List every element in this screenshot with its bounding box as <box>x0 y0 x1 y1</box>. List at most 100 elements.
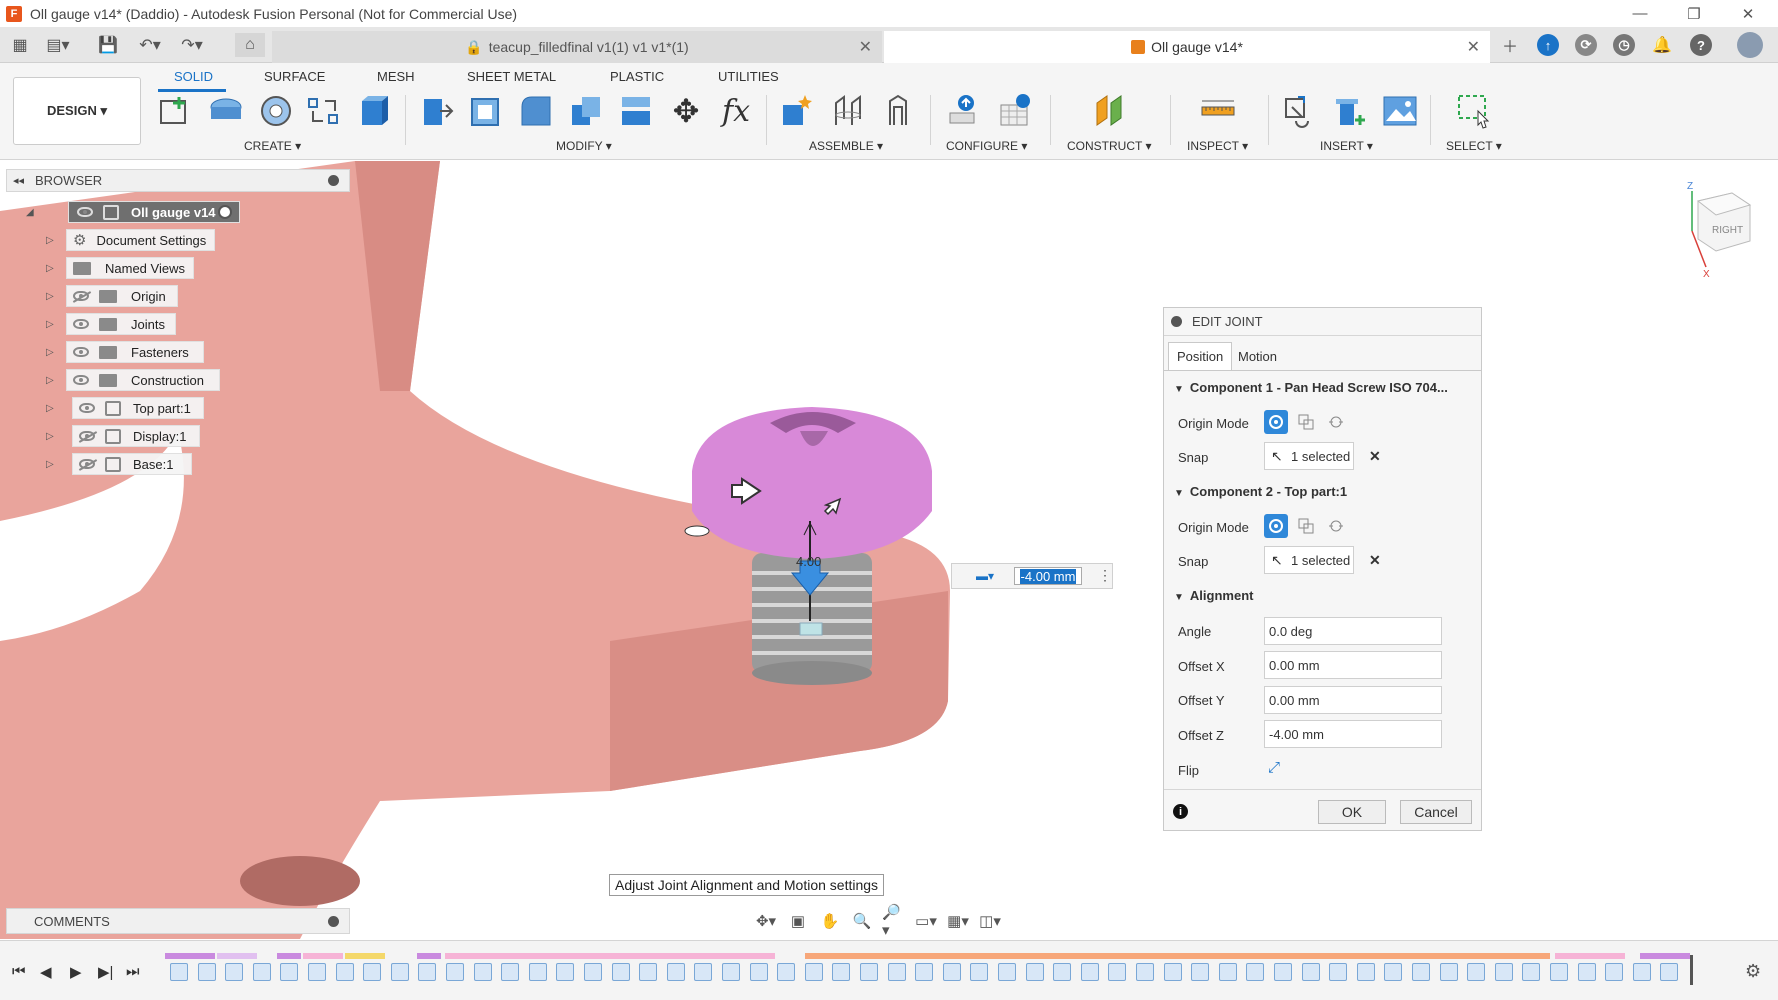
origin-mode-two-faces-icon[interactable] <box>1324 410 1348 434</box>
origin-mode-simple-icon[interactable] <box>1264 410 1288 434</box>
tab-plastic[interactable]: PLASTIC <box>610 69 664 84</box>
ok-button[interactable]: OK <box>1318 800 1386 824</box>
pan-hand-icon[interactable]: ✋ <box>818 911 842 931</box>
tree-item-construction[interactable]: Construction <box>66 369 220 391</box>
notifications-bell-icon[interactable]: 🔔 <box>1651 34 1673 56</box>
tree-item-top-part[interactable]: Top part:1 <box>72 397 204 419</box>
origin-mode-between-icon[interactable] <box>1294 410 1318 434</box>
new-component-icon[interactable] <box>779 93 815 129</box>
combine-icon[interactable] <box>568 93 604 129</box>
snap-selection-field[interactable]: ↖ 1 selected <box>1264 442 1354 470</box>
tree-item-display[interactable]: Display:1 <box>72 425 200 447</box>
timeline-feature-icon[interactable] <box>1467 963 1486 981</box>
timeline-feature-icon[interactable] <box>1025 963 1044 981</box>
browser-panel-header[interactable]: ◂◂ BROWSER <box>6 169 350 192</box>
parameters-fx-icon[interactable]: fx <box>718 93 754 129</box>
tree-expand-icon[interactable]: ▷ <box>46 347 56 358</box>
timeline-feature-icon[interactable] <box>418 963 437 981</box>
tree-expand-icon[interactable]: ▷ <box>46 263 56 274</box>
visibility-eye-hidden-icon[interactable] <box>79 459 95 469</box>
tree-expand-icon[interactable]: ▷ <box>46 459 56 470</box>
timeline-feature-icon[interactable] <box>335 963 354 981</box>
screw-head[interactable] <box>692 407 932 559</box>
clock-icon[interactable]: ◷ <box>1613 34 1635 56</box>
add-comment-icon[interactable] <box>328 915 339 927</box>
model-canvas[interactable]: 4.00 RIGHT Z X <box>0 161 1778 939</box>
alignment-section-header[interactable]: ▼ Alignment <box>1174 588 1253 603</box>
timeline-feature-icon[interactable] <box>1163 963 1182 981</box>
timeline-feature-icon[interactable] <box>1356 963 1375 981</box>
timeline-feature-icon[interactable] <box>1632 963 1651 981</box>
as-built-joint-icon[interactable] <box>880 93 916 129</box>
visibility-eye-icon[interactable] <box>79 403 95 413</box>
tree-root-oll-gauge[interactable]: Oll gauge v14 <box>68 201 240 223</box>
create-sketch-icon[interactable] <box>157 93 193 129</box>
comments-panel-header[interactable]: COMMENTS <box>6 908 350 934</box>
timeline-feature-icon[interactable] <box>363 963 382 981</box>
tree-expand-root-icon[interactable]: ◢ <box>26 207 36 218</box>
input-mode-icon[interactable]: ▬▾ <box>976 569 994 583</box>
activate-radio-icon[interactable] <box>218 205 232 219</box>
close-tab-icon[interactable]: ✕ <box>1467 37 1480 57</box>
sweep-icon[interactable] <box>305 93 341 129</box>
joint-icon[interactable] <box>830 93 866 129</box>
clear-snap-icon[interactable]: ✕ <box>1369 552 1381 569</box>
configure-upload-icon[interactable] <box>946 93 982 129</box>
offset-plane-icon[interactable] <box>1093 93 1129 129</box>
cancel-button[interactable]: Cancel <box>1400 800 1472 824</box>
tree-item-joints[interactable]: Joints <box>66 313 176 335</box>
timeline-feature-icon[interactable] <box>1412 963 1430 981</box>
dialog-header[interactable]: EDIT JOINT <box>1164 308 1481 336</box>
move-copy-icon[interactable]: ✥ <box>668 93 704 129</box>
timeline-feature-icon[interactable] <box>804 963 823 981</box>
timeline-feature-icon[interactable] <box>473 963 492 981</box>
timeline-settings-gear-icon[interactable]: ⚙ <box>1745 961 1761 982</box>
timeline-feature-icon[interactable] <box>1329 963 1348 981</box>
snap-selection-field[interactable]: ↖ 1 selected <box>1264 546 1354 574</box>
home-icon[interactable]: ⌂ <box>235 33 265 57</box>
modify-group-label[interactable]: MODIFY ▾ <box>556 139 612 153</box>
timeline-feature-icon[interactable] <box>639 963 658 981</box>
step-back-icon[interactable]: ◀ <box>40 963 52 981</box>
fillet-icon[interactable] <box>518 93 554 129</box>
undo-icon[interactable]: ↶▾ <box>138 33 162 57</box>
tree-item-document-settings[interactable]: ⚙ Document Settings <box>66 229 216 251</box>
3d-viewport[interactable]: 4.00 RIGHT Z X <box>0 161 1778 939</box>
visibility-eye-hidden-icon[interactable] <box>73 291 89 301</box>
collapse-panel-icon[interactable]: ◂◂ <box>13 174 24 187</box>
timeline-feature-icon[interactable] <box>225 963 244 981</box>
timeline-feature-icon[interactable] <box>170 963 188 981</box>
timeline-feature-icon[interactable] <box>1577 963 1596 981</box>
timeline-feature-icon[interactable] <box>1274 963 1292 981</box>
extensions-icon[interactable]: ⟳ <box>1575 34 1597 56</box>
timeline-feature-icon[interactable] <box>1494 963 1513 981</box>
timeline-feature-icon[interactable] <box>390 963 409 981</box>
visibility-eye-icon[interactable] <box>73 375 89 385</box>
split-body-icon[interactable] <box>618 93 654 129</box>
offset-x-input[interactable]: 0.00 mm <box>1264 651 1442 679</box>
timeline-feature-icon[interactable] <box>1660 963 1679 981</box>
look-at-icon[interactable]: ▣ <box>786 911 810 931</box>
timeline-feature-icon[interactable] <box>749 963 768 981</box>
revolve-icon[interactable] <box>258 93 294 129</box>
tree-expand-icon[interactable]: ▷ <box>46 375 56 386</box>
timeline-feature-icon[interactable] <box>1384 963 1403 981</box>
browser-pin-icon[interactable] <box>328 175 339 186</box>
insert-canvas-icon[interactable] <box>1382 93 1418 129</box>
tab-surface[interactable]: SURFACE <box>264 69 325 84</box>
close-window-button[interactable]: ✕ <box>1722 0 1774 27</box>
insert-group-label[interactable]: INSERT ▾ <box>1320 139 1373 153</box>
visibility-eye-hidden-icon[interactable] <box>79 431 95 441</box>
flip-icon[interactable]: ⤢ <box>1268 759 1280 776</box>
timeline-feature-icon[interactable] <box>446 963 464 981</box>
angle-input[interactable]: 0.0 deg <box>1264 617 1442 645</box>
timeline-feature-icon[interactable] <box>197 963 216 981</box>
tab-oll-gauge[interactable]: Oll gauge v14* ✕ <box>884 31 1490 63</box>
timeline-feature-icon[interactable] <box>998 963 1016 981</box>
timeline-feature-icon[interactable] <box>252 963 271 981</box>
timeline-feature-icon[interactable] <box>308 963 326 981</box>
redo-icon[interactable]: ↷▾ <box>180 33 204 57</box>
minimize-button[interactable]: — <box>1614 0 1666 27</box>
timeline-feature-icon[interactable] <box>1246 963 1265 981</box>
tree-expand-icon[interactable]: ▷ <box>46 403 56 414</box>
